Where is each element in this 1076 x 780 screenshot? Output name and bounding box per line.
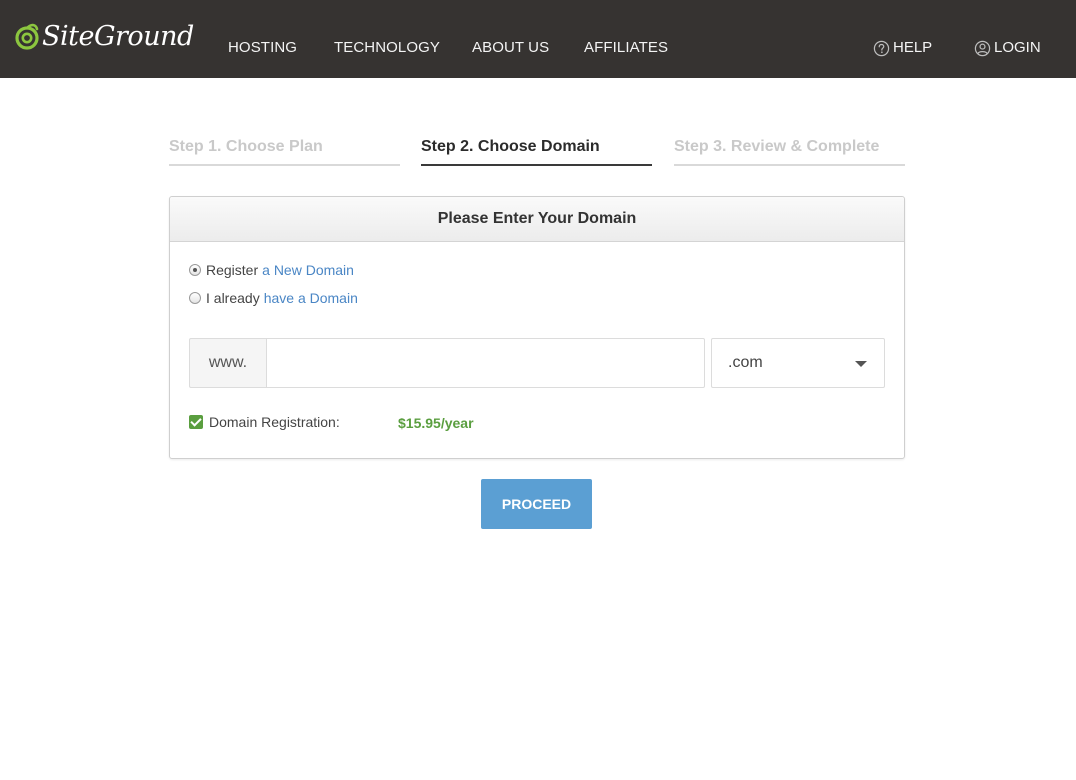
domain-registration-label: Domain Registration: <box>209 414 340 430</box>
step-label: Step 2. Choose Domain <box>421 138 600 155</box>
option-link-new-domain[interactable]: a New Domain <box>262 262 354 278</box>
step-underline <box>421 164 652 166</box>
nav-affiliates[interactable]: AFFILIATES <box>584 39 668 57</box>
tld-select[interactable]: .com <box>711 338 885 388</box>
login-link[interactable]: LOGIN <box>974 39 1041 57</box>
step-underline <box>169 164 400 166</box>
logo-swirl-icon <box>15 23 39 50</box>
top-navigation-bar: SiteGround HOSTING TECHNOLOGY ABOUT US A… <box>0 0 1076 78</box>
domain-registration-row: Domain Registration: <box>189 414 340 430</box>
nav-hosting[interactable]: HOSTING <box>228 39 297 57</box>
nav-about-us[interactable]: ABOUT US <box>472 39 549 57</box>
domain-name-input[interactable] <box>266 338 705 388</box>
option-prefix: Register <box>206 262 259 278</box>
chevron-down-icon <box>855 361 867 367</box>
radio-register-new[interactable] <box>189 264 201 276</box>
option-register-new-domain[interactable]: Register a New Domain <box>189 262 354 278</box>
help-link[interactable]: HELP <box>873 39 932 57</box>
user-circle-icon <box>974 40 991 56</box>
step-label: Step 3. Review & Complete <box>674 138 880 155</box>
domain-card: Please Enter Your Domain Register a New … <box>169 196 905 459</box>
tld-selected-value: .com <box>728 354 763 371</box>
option-have-domain[interactable]: I already have a Domain <box>189 290 358 306</box>
domain-registration-price: $15.95/year <box>398 415 474 431</box>
option-prefix: I already <box>206 290 260 306</box>
logo-text: SiteGround <box>42 21 194 52</box>
card-title: Please Enter Your Domain <box>170 197 904 242</box>
domain-input-group: www. .com <box>189 338 885 388</box>
siteground-logo[interactable]: SiteGround <box>14 20 194 54</box>
step-review-complete: Step 3. Review & Complete <box>674 137 905 166</box>
step-label: Step 1. Choose Plan <box>169 138 323 155</box>
nav-technology[interactable]: TECHNOLOGY <box>334 39 440 57</box>
www-prefix: www. <box>189 338 266 388</box>
step-choose-plan[interactable]: Step 1. Choose Plan <box>169 137 400 166</box>
domain-registration-checkbox[interactable] <box>189 415 203 429</box>
question-circle-icon <box>873 40 890 56</box>
help-label: HELP <box>893 39 933 56</box>
proceed-button[interactable]: PROCEED <box>481 479 592 529</box>
login-label: LOGIN <box>994 39 1041 56</box>
radio-have-domain[interactable] <box>189 292 201 304</box>
step-choose-domain: Step 2. Choose Domain <box>421 137 652 166</box>
option-link-have-domain[interactable]: have a Domain <box>264 290 358 306</box>
step-underline <box>674 164 905 166</box>
